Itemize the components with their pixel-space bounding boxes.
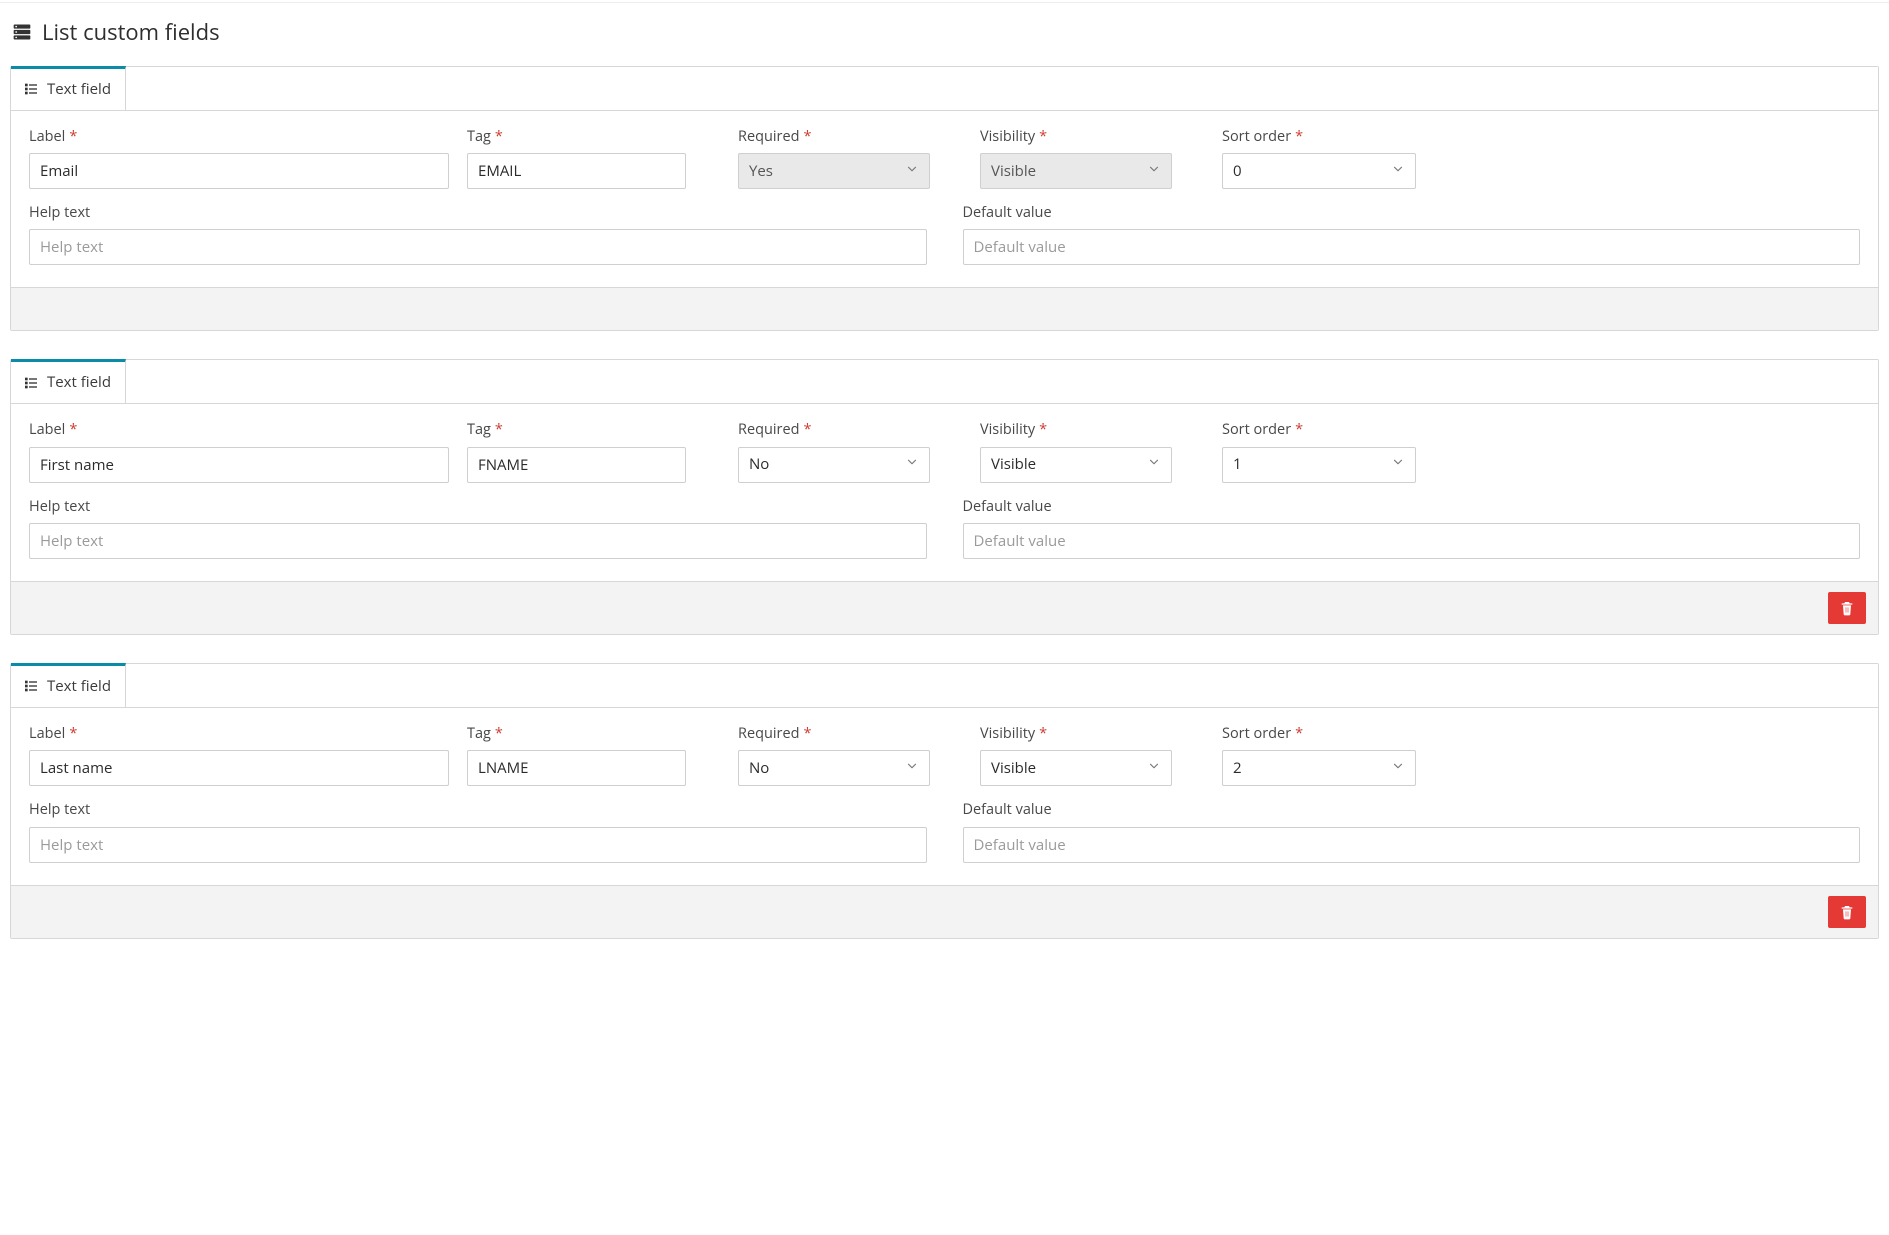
required-marker: * [803, 420, 811, 439]
label-tag: Tag* [467, 724, 686, 744]
default-value-input[interactable] [963, 827, 1861, 863]
tab-text-field[interactable]: Text field [11, 359, 126, 403]
chevron-down-icon [1383, 454, 1405, 475]
visibility-select[interactable]: Visible [980, 750, 1172, 786]
tab-row: Text field [11, 360, 1878, 404]
page-title-text: List custom fields [42, 17, 220, 48]
chevron-down-icon [1139, 758, 1161, 779]
required-marker: * [1295, 420, 1303, 439]
label-required: Required* [738, 724, 930, 744]
default-value-input[interactable] [963, 229, 1861, 265]
required-marker: * [69, 127, 77, 146]
chevron-down-icon [897, 758, 919, 779]
label-help_text: Help text [29, 800, 927, 820]
label-visibility: Visibility* [980, 420, 1172, 440]
list-icon [23, 375, 39, 391]
required-marker: * [1295, 724, 1303, 743]
panel-body: Label* Tag* Required* No Visibility* Visible S… [11, 708, 1878, 885]
server-icon [12, 22, 32, 42]
visibility-select[interactable]: Visible [980, 447, 1172, 483]
field-panel: Text field Label* Tag* Required* Yes Visibili… [10, 66, 1879, 332]
chevron-down-icon [1383, 758, 1405, 779]
delete-field-button[interactable] [1828, 896, 1866, 928]
label-label: Label* [29, 724, 449, 744]
required-marker: * [495, 127, 503, 146]
help-text-input[interactable] [29, 827, 927, 863]
tab-label: Text field [47, 79, 111, 100]
list-icon [23, 678, 39, 694]
tab-row: Text field [11, 67, 1878, 111]
label-label: Label* [29, 420, 449, 440]
required-marker: * [495, 724, 503, 743]
label-visibility: Visibility* [980, 724, 1172, 744]
required-marker: * [803, 724, 811, 743]
sort-order-input[interactable]: 2 [1222, 750, 1416, 786]
tab-label: Text field [47, 676, 111, 697]
label-default_value: Default value [963, 497, 1861, 517]
panel-footer [11, 287, 1878, 330]
label-default_value: Default value [963, 800, 1861, 820]
tag-input[interactable] [467, 750, 686, 786]
field-panel: Text field Label* Tag* Required* No Visibilit… [10, 663, 1879, 939]
visibility-select: Visible [980, 153, 1172, 189]
required-marker: * [69, 420, 77, 439]
label-input[interactable] [29, 447, 449, 483]
chevron-down-icon [897, 454, 919, 475]
panel-footer [11, 581, 1878, 634]
tab-row: Text field [11, 664, 1878, 708]
label-input[interactable] [29, 750, 449, 786]
required-marker: * [495, 420, 503, 439]
label-sort_order: Sort order* [1222, 420, 1416, 440]
required-marker: * [1295, 127, 1303, 146]
label-default_value: Default value [963, 203, 1861, 223]
field-panel: Text field Label* Tag* Required* No Visibilit… [10, 359, 1879, 635]
tab-text-field[interactable]: Text field [11, 663, 126, 707]
default-value-input[interactable] [963, 523, 1861, 559]
required-marker: * [1039, 127, 1047, 146]
sort-order-input[interactable]: 1 [1222, 447, 1416, 483]
help-text-input[interactable] [29, 523, 927, 559]
tab-text-field[interactable]: Text field [11, 66, 126, 110]
help-text-input[interactable] [29, 229, 927, 265]
label-input[interactable] [29, 153, 449, 189]
chevron-down-icon [1139, 454, 1161, 475]
required-select[interactable]: No [738, 750, 930, 786]
label-required: Required* [738, 127, 930, 147]
list-icon [23, 81, 39, 97]
required-select[interactable]: No [738, 447, 930, 483]
label-help_text: Help text [29, 497, 927, 517]
label-required: Required* [738, 420, 930, 440]
delete-field-button[interactable] [1828, 592, 1866, 624]
panel-body: Label* Tag* Required* No Visibility* Visible S… [11, 404, 1878, 581]
chevron-down-icon [1383, 161, 1405, 182]
label-sort_order: Sort order* [1222, 127, 1416, 147]
required-marker: * [803, 127, 811, 146]
page-title: List custom fields [12, 17, 1879, 48]
tab-label: Text field [47, 372, 111, 393]
label-visibility: Visibility* [980, 127, 1172, 147]
tag-input[interactable] [467, 447, 686, 483]
tag-input [467, 153, 686, 189]
label-help_text: Help text [29, 203, 927, 223]
label-label: Label* [29, 127, 449, 147]
top-divider [0, 2, 1889, 3]
label-sort_order: Sort order* [1222, 724, 1416, 744]
label-tag: Tag* [467, 127, 686, 147]
required-marker: * [1039, 420, 1047, 439]
required-marker: * [69, 724, 77, 743]
sort-order-input[interactable]: 0 [1222, 153, 1416, 189]
required-select: Yes [738, 153, 930, 189]
panel-body: Label* Tag* Required* Yes Visibility* Visible… [11, 111, 1878, 288]
chevron-down-icon [897, 161, 919, 182]
required-marker: * [1039, 724, 1047, 743]
chevron-down-icon [1139, 161, 1161, 182]
panel-footer [11, 885, 1878, 938]
label-tag: Tag* [467, 420, 686, 440]
